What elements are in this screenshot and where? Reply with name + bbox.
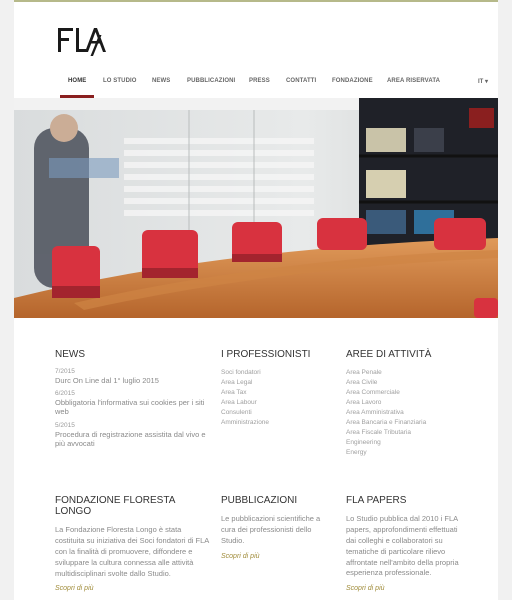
nav-home[interactable]: HOME <box>68 78 86 84</box>
nav-contatti[interactable]: CONTATTI <box>286 78 316 84</box>
fondazione-more-link[interactable]: Scopri di più <box>55 585 210 592</box>
nav-lo-studio[interactable]: LO STUDIO <box>103 78 137 84</box>
aree-item[interactable]: Engineering <box>346 438 461 448</box>
aree-item[interactable]: Area Penale <box>346 368 461 378</box>
aree-item[interactable]: Area Amministrativa <box>346 408 461 418</box>
news-section: NEWS 7/2015 Durc On Line dal 1° luglio 2… <box>55 349 210 453</box>
news-text[interactable]: Procedura di registrazione assistita dal… <box>55 430 210 449</box>
aree-section: AREE DI ATTIVITÀ Area Penale Area Civile… <box>346 349 461 458</box>
news-date: 5/2015 <box>55 421 75 429</box>
news-item[interactable]: 5/2015 Procedura di registrazione assist… <box>55 422 210 449</box>
news-title: NEWS <box>55 349 85 360</box>
aree-item[interactable]: Area Fiscale Tributaria <box>346 428 461 438</box>
papers-more-link[interactable]: Scopri di più <box>346 585 461 592</box>
nav-news[interactable]: NEWS <box>152 78 170 84</box>
pubblicazioni-text: Le pubblicazioni scientifiche a cura dei… <box>221 514 321 545</box>
professionisti-item[interactable]: Soci fondatori <box>221 368 336 378</box>
fondazione-section: FONDAZIONE FLORESTA LONGO La Fondazione … <box>55 495 210 592</box>
papers-text: Lo Studio pubblica dal 2010 i FLA papers… <box>346 514 459 578</box>
language-selector[interactable]: IT ▾ <box>478 78 488 85</box>
aree-item[interactable]: Area Bancaria e Finanziaria <box>346 418 461 428</box>
news-text[interactable]: Durc On Line dal 1° luglio 2015 <box>55 376 210 385</box>
news-date: 6/2015 <box>55 390 75 398</box>
aree-item[interactable]: Energy <box>346 448 461 458</box>
news-date: 7/2015 <box>55 368 75 375</box>
hero-image <box>14 98 498 318</box>
professionisti-item[interactable]: Area Tax <box>221 388 336 398</box>
fla-logo[interactable] <box>58 26 108 58</box>
professionisti-item[interactable]: Area Legal <box>221 378 336 388</box>
aree-item[interactable]: Area Civile <box>346 378 461 388</box>
page-container: HOME LO STUDIO NEWS PUBBLICAZIONI PRESS … <box>14 0 498 600</box>
papers-title: FLA PAPERS <box>346 495 407 506</box>
nav-pubblicazioni[interactable]: PUBBLICAZIONI <box>187 78 235 84</box>
papers-section: FLA PAPERS Lo Studio pubblica dal 2010 i… <box>346 495 461 592</box>
nav-press[interactable]: PRESS <box>249 78 270 84</box>
nav-fondazione[interactable]: FONDAZIONE <box>332 78 373 84</box>
fondazione-title: FONDAZIONE FLORESTA LONGO <box>55 495 175 517</box>
professionisti-item[interactable]: Amministrazione <box>221 418 336 428</box>
news-text[interactable]: Obbligatoria l'informativa sui cookies p… <box>55 398 210 417</box>
fondazione-text: La Fondazione Floresta Longo è stata cos… <box>55 525 209 578</box>
aree-item[interactable]: Area Lavoro <box>346 398 461 408</box>
news-item[interactable]: 7/2015 Durc On Line dal 1° luglio 2015 <box>55 368 210 385</box>
news-item[interactable]: 6/2015 Obbligatoria l'informativa sui co… <box>55 390 210 417</box>
aree-title: AREE DI ATTIVITÀ <box>346 349 432 360</box>
nav-area-riservata[interactable]: AREA RISERVATA <box>387 78 440 84</box>
aree-item[interactable]: Area Commerciale <box>346 388 461 398</box>
professionisti-section: I PROFESSIONISTI Soci fondatori Area Leg… <box>221 349 336 428</box>
professionisti-item[interactable]: Consulenti <box>221 408 336 418</box>
main-nav: HOME LO STUDIO NEWS PUBBLICAZIONI PRESS … <box>14 74 498 98</box>
professionisti-title: I PROFESSIONISTI <box>221 349 311 360</box>
pubblicazioni-section: PUBBLICAZIONI Le pubblicazioni scientifi… <box>221 495 336 560</box>
professionisti-item[interactable]: Area Labour <box>221 398 336 408</box>
pubblicazioni-title: PUBBLICAZIONI <box>221 495 298 506</box>
pubblicazioni-more-link[interactable]: Scopri di più <box>221 553 336 560</box>
